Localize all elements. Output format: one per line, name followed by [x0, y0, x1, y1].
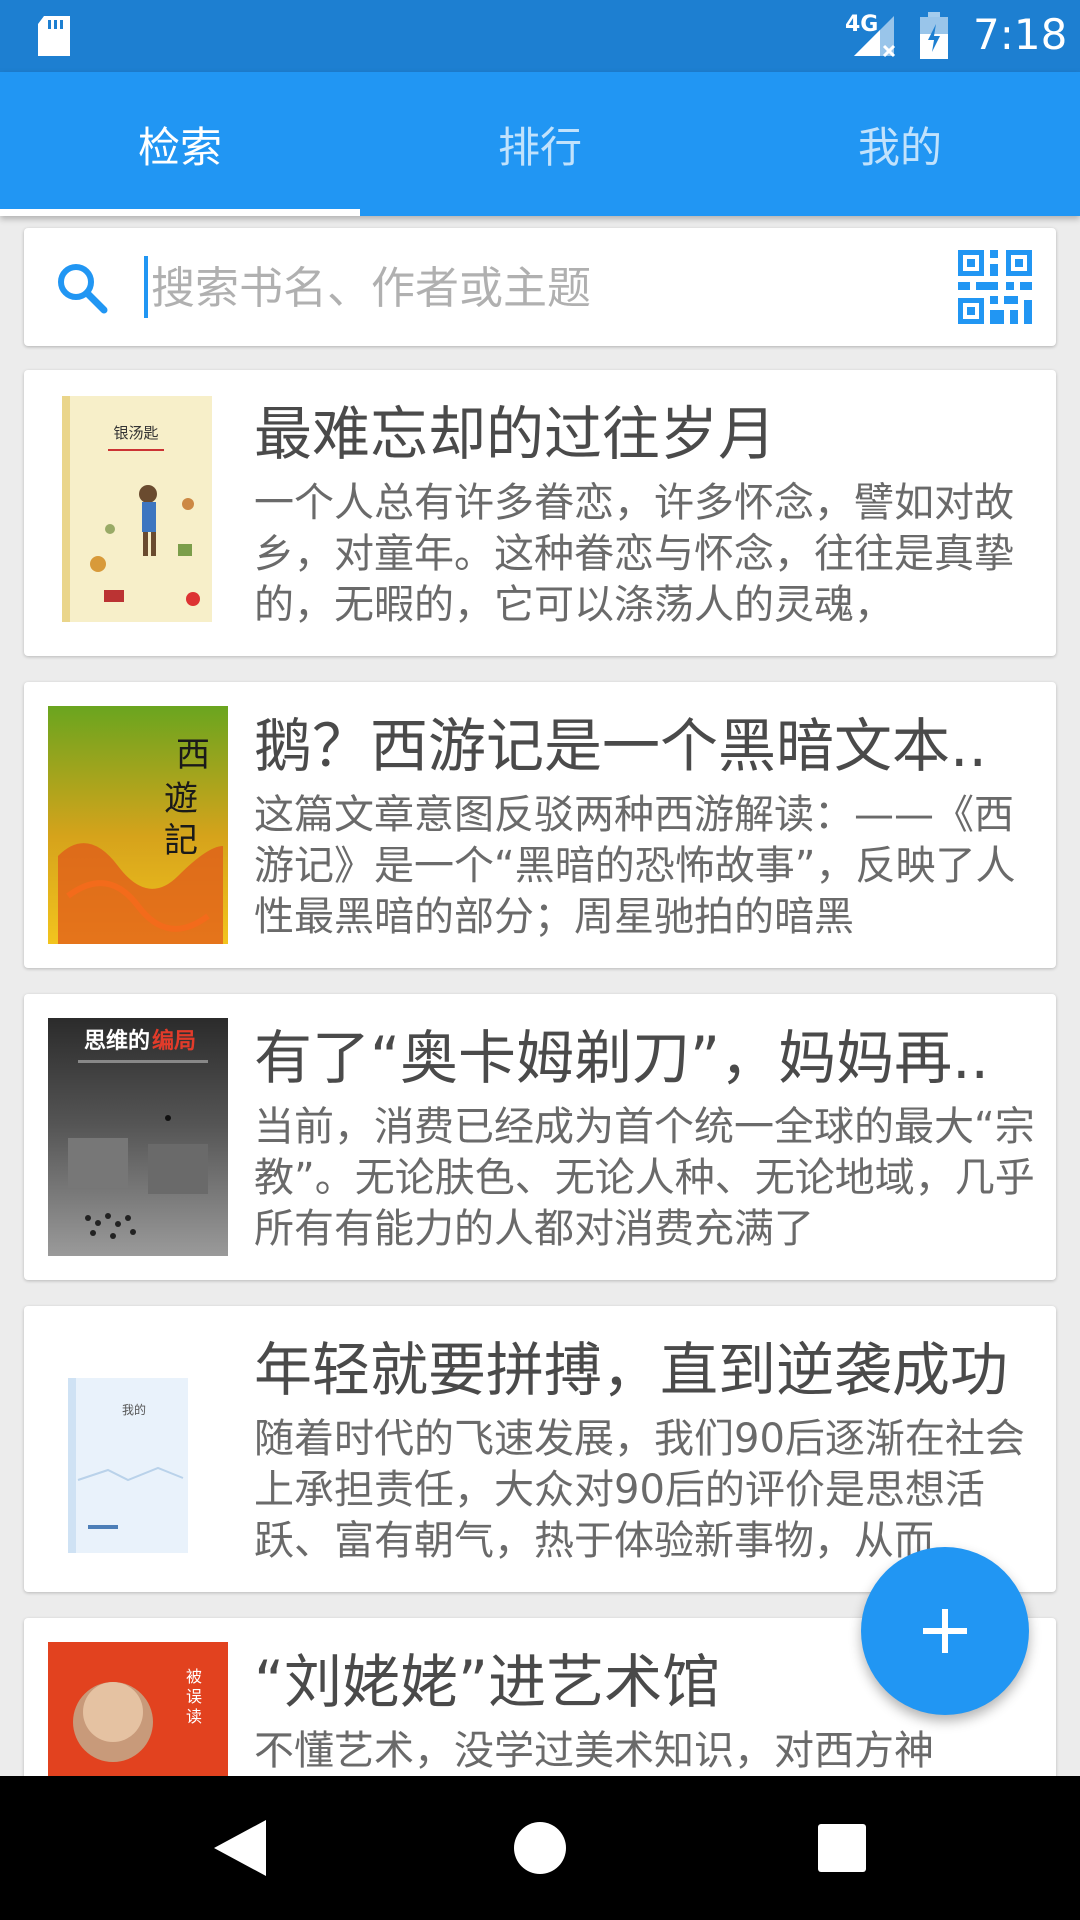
book-card[interactable]: 银汤匙 最难忘却的过往岁月 一个人总有许多眷恋，许多怀念，譬如对故乡，对童年。这…: [24, 370, 1056, 656]
clock: 7:18: [973, 10, 1068, 59]
recents-icon[interactable]: [814, 1820, 870, 1876]
battery-icon: [920, 12, 948, 59]
svg-text:误: 误: [186, 1687, 202, 1706]
book-description: 随着时代的飞速发展，我们90后逐渐在社会上承担责任，大众对90后的评价是思想活跃…: [254, 1416, 1025, 1564]
book-description: 当前，消费已经成为首个统一全球的最大“宗教”。无论肤色、无论人种、无论地域，几乎…: [254, 1104, 1035, 1252]
svg-text:思维的: 思维的: [84, 1028, 150, 1054]
book-card[interactable]: 我的 年轻就要拼搏，直到逆袭成功 随着时代的飞速发展，我们90后逐渐在社会上承担…: [24, 1306, 1056, 1592]
book-description: 一个人总有许多眷恋，许多怀念，譬如对故乡，对童年。这种眷恋与怀念，往往是真挚的，…: [254, 480, 1014, 628]
svg-text:银汤匙: 银汤匙: [113, 424, 158, 442]
book-title: 有了“奥卡姆剃刀”，妈妈再..: [254, 1024, 989, 1092]
plus-icon: [923, 1609, 967, 1653]
book-cover: 银汤匙: [48, 394, 228, 632]
book-card[interactable]: 思维的 编局 有了“奥卡姆剃刀”，妈妈再.. 当前，消费已经成为首个统一全球的最…: [24, 994, 1056, 1280]
tab-search[interactable]: 检索: [0, 72, 360, 216]
tab-indicator: [0, 209, 360, 216]
svg-text:記: 記: [164, 821, 198, 861]
signal-icon: [854, 16, 896, 58]
book-cover: 被 误 读: [48, 1642, 228, 1776]
book-card[interactable]: 西 遊 記 鹅？西游记是一个黑暗文本.. 这篇文章意图反驳两种西游解读：——《西…: [24, 682, 1056, 968]
tab-mine[interactable]: 我的: [720, 72, 1080, 216]
svg-text:遊: 遊: [164, 779, 198, 819]
search-input[interactable]: [149, 248, 933, 328]
book-cover: 思维的 编局: [48, 1018, 228, 1256]
home-icon[interactable]: [510, 1818, 570, 1878]
svg-text:读: 读: [186, 1707, 202, 1726]
qr-code-icon[interactable]: [958, 250, 1032, 324]
search-bar[interactable]: [24, 228, 1056, 346]
back-icon[interactable]: [210, 1816, 270, 1880]
book-cover: 我的: [48, 1330, 228, 1568]
book-description: 这篇文章意图反驳两种西游解读：——《西游记》是一个“黑暗的恐怖故事”，反映了人性…: [254, 792, 1016, 940]
search-icon[interactable]: [54, 260, 110, 316]
tab-bar: 检索 排行 我的: [0, 72, 1080, 216]
svg-text:被: 被: [186, 1667, 202, 1686]
status-bar: 4G 7:18: [0, 0, 1080, 72]
svg-text:我的: 我的: [122, 1402, 146, 1417]
book-description: 不懂艺术，没学过美术知识，对西方神: [254, 1728, 934, 1774]
add-button[interactable]: [861, 1547, 1029, 1715]
book-title: 鹅？西游记是一个黑暗文本..: [254, 712, 987, 780]
sd-card-icon: [38, 16, 70, 56]
book-title: 最难忘却的过往岁月: [254, 400, 777, 468]
svg-text:西: 西: [176, 735, 210, 775]
text-cursor: [144, 256, 148, 318]
navigation-bar: [0, 1776, 1080, 1920]
book-cover: 西 遊 記: [48, 706, 228, 944]
tab-ranking[interactable]: 排行: [360, 72, 720, 216]
svg-text:编局: 编局: [152, 1028, 196, 1054]
book-title: 年轻就要拼搏，直到逆袭成功: [254, 1336, 1009, 1404]
